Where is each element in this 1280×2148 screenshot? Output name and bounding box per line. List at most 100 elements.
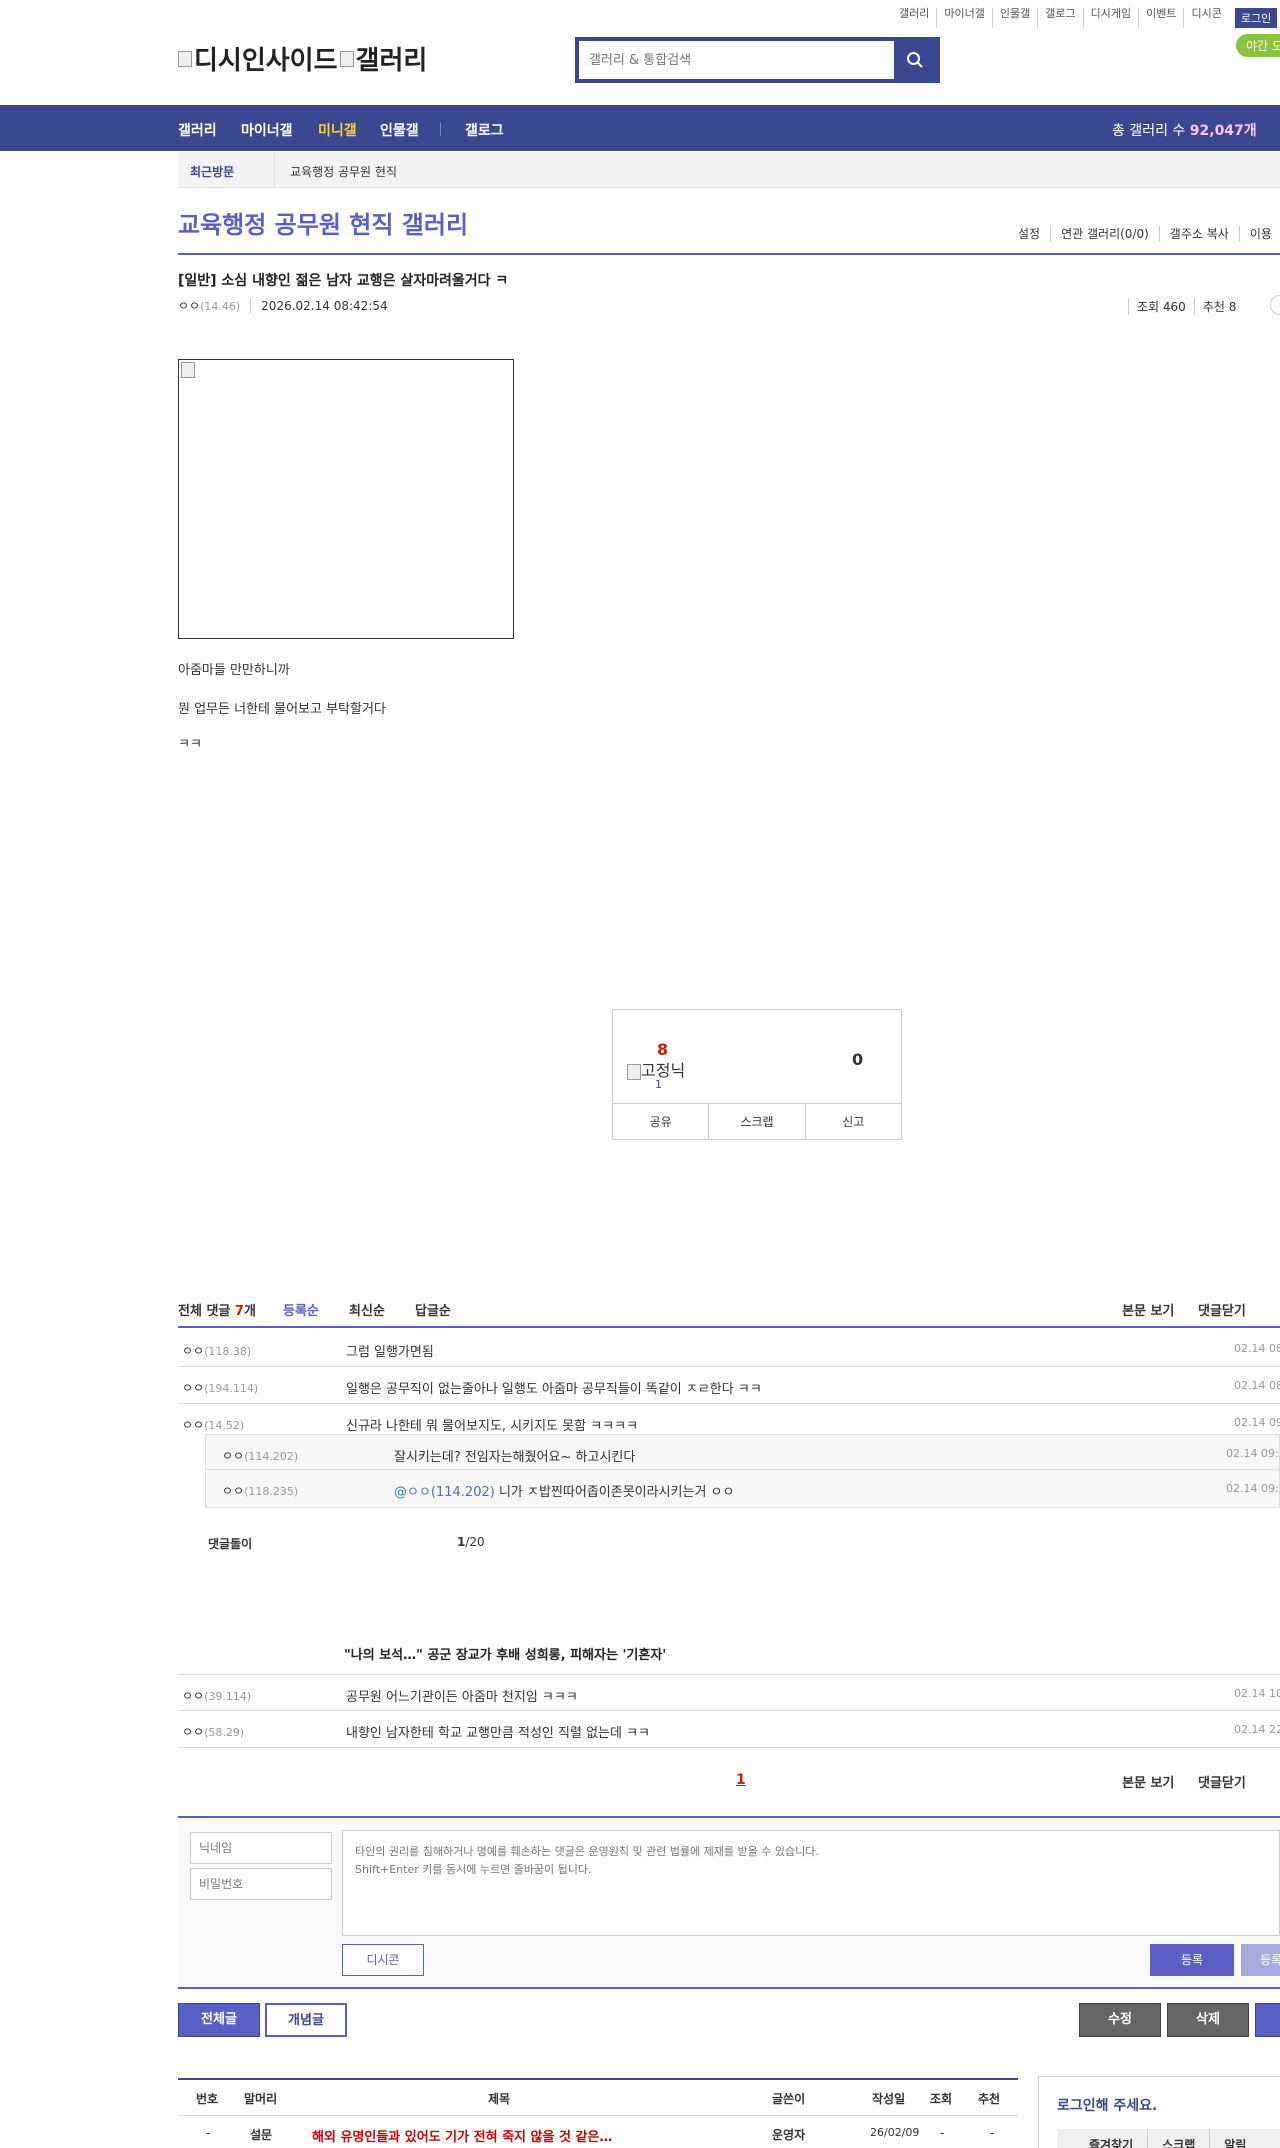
top-utility-links: 갤러리 마이너갤 인물갤 갤로그 디시게임 이벤트 디시콘 로그인 [892, 8, 1278, 28]
edit-button[interactable]: 수정 [1079, 2003, 1161, 2037]
util-link-event[interactable]: 이벤트 [1138, 8, 1183, 28]
table-header: 번호 말머리 제목 글쓴이 작성일 조회 추천 [178, 2080, 1018, 2116]
delete-button[interactable]: 삭제 [1167, 2003, 1249, 2037]
header-number: 번호 [196, 2092, 219, 2106]
close-comments-link[interactable]: 댓글닫기 [1198, 1772, 1246, 1791]
submit-with-recommend-button[interactable]: 등록 [1241, 1944, 1280, 1976]
post-title: [일반] 소심 내향인 젊은 남자 교행은 살자마려울거다 ㅋ [178, 273, 509, 289]
related-gallery-link[interactable]: 연관 갤러리(0/0) [1050, 225, 1159, 242]
header-writer: 글쓴이 [772, 2092, 806, 2106]
row-title[interactable]: 해외 유명인들과 있어도 기가 전혀 죽지 않을 것 같은… [312, 2126, 612, 2145]
comment-nick[interactable]: ㅇㅇ(39.114) [182, 1687, 251, 1704]
tab-favorites[interactable]: 즐겨찾기 [1057, 2129, 1147, 2148]
comment-jump-icon[interactable] [1270, 295, 1280, 315]
comment-textarea[interactable] [342, 1830, 1280, 1936]
post-image[interactable] [178, 359, 514, 639]
search-box [575, 37, 940, 83]
util-link-game[interactable]: 디시게임 [1082, 8, 1138, 28]
search-button[interactable] [894, 41, 936, 79]
reply-nick[interactable]: ㅇㅇ(114.202) [222, 1447, 298, 1464]
reply-text: @ㅇㅇ(114.202) 니가 ㅈ밥찐따어좁이존못이라시키는거 ㅇㅇ [394, 1481, 734, 1500]
comment-nick[interactable]: ㅇㅇ(14.52) [182, 1416, 244, 1433]
total-label: 총 갤러리 수 [1112, 123, 1190, 139]
row-writer[interactable]: 운영자 [772, 2126, 805, 2143]
post-date: 2026.02.14 08:42:54 [250, 299, 388, 313]
tab-alerts[interactable]: 알림 [1209, 2129, 1260, 2148]
comment-footer: 1 본문 보기 댓글닫기 [178, 1764, 1280, 1818]
reply-mention[interactable]: @ㅇㅇ(114.202) [394, 1485, 495, 1500]
tab-scrap[interactable]: 스크랩 [1147, 2129, 1209, 2148]
site-logo[interactable]: 디시인사이드 갤러리 [178, 40, 427, 77]
divider [178, 1987, 1280, 1989]
nick-ip: (39.114) [204, 1690, 252, 1703]
view-body-link[interactable]: 본문 보기 [1122, 1300, 1174, 1319]
post-body-line: 뭔 업무든 너한테 물어보고 부탁할거다 [178, 702, 386, 717]
write-post-button[interactable] [1255, 2003, 1280, 2037]
scrap-button[interactable]: 스크랩 [708, 1104, 804, 1139]
header-category: 말머리 [244, 2092, 278, 2106]
nav-item-gallery[interactable]: 갤러리 [178, 120, 217, 140]
login-prompt[interactable]: 로그인해 주세요. [1057, 2095, 1157, 2115]
comment-date: 02.14 08 [1234, 1379, 1280, 1392]
sort-by-reply[interactable]: 답글순 [415, 1300, 451, 1319]
util-link-minor[interactable]: 마이너갤 [936, 8, 991, 28]
sort-by-latest[interactable]: 최신순 [349, 1300, 385, 1319]
reply-nick[interactable]: ㅇㅇ(118.235) [222, 1482, 298, 1499]
logo-text-dcinside: 디시인사이드 [194, 46, 338, 76]
comment-nick[interactable]: ㅇㅇ(58.29) [182, 1723, 244, 1740]
table-row[interactable]: - 설문 해외 유명인들과 있어도 기가 전혀 죽지 않을 것 같은… 운영자 … [178, 2116, 1018, 2148]
recent-item[interactable]: 교육행정 공무원 현직 [290, 163, 397, 180]
reply-text: 잘시키는데? 전임자는해줬어요~ 하고시킨다 [394, 1450, 636, 1465]
recent-visit-bar: 최근방문 교육행정 공무원 현직 [178, 152, 1280, 188]
comment-text: 내향인 남자한테 학교 교행만큼 적성인 직렬 없는데 ㅋㅋ [346, 1726, 651, 1741]
util-link-gallery[interactable]: 갤러리 [892, 8, 936, 28]
comment-nick[interactable]: ㅇㅇ(194.114) [182, 1379, 258, 1396]
view-body-link[interactable]: 본문 보기 [1122, 1772, 1174, 1791]
share-button[interactable]: 공유 [613, 1104, 708, 1139]
nav-item-minor[interactable]: 마이너갤 [241, 120, 293, 140]
ad-news-link[interactable]: "나의 보석…" 공군 장교가 후배 성희롱, 피해자는 '기혼자' [344, 1644, 666, 1663]
password-input[interactable] [190, 1868, 332, 1900]
usage-link[interactable]: 이용 [1238, 225, 1280, 242]
copy-address-link[interactable]: 갤주소 복사 [1158, 225, 1239, 242]
post-body-line: ㅋㅋ [178, 737, 202, 752]
post-author[interactable]: ㅇㅇ [178, 299, 200, 313]
comment-nick[interactable]: ㅇㅇ(118.38) [182, 1342, 251, 1359]
recommend-down-count[interactable]: 0 [852, 1050, 863, 1069]
util-link-dccon[interactable]: 디시콘 [1183, 8, 1228, 28]
gallery-setting-link[interactable]: 설정 [1008, 225, 1050, 242]
login-button[interactable]: 로그인 [1234, 8, 1278, 28]
comment-row: ㅇㅇ(194.114) 일행은 공무직이 없는줄아나 일행도 아줌마 공무직들이… [178, 1367, 1280, 1404]
row-views: - [940, 2126, 945, 2140]
submit-comment-button[interactable]: 등록 [1150, 1944, 1234, 1976]
nav-item-mini[interactable]: 미니갤 [318, 120, 357, 140]
gallery-title[interactable]: 교육행정 공무원 현직 갤러리 [178, 205, 468, 240]
sort-by-register[interactable]: 등록순 [283, 1300, 319, 1319]
util-link-gallog[interactable]: 갤로그 [1037, 8, 1082, 28]
nav-item-gallog[interactable]: 갤로그 [465, 120, 504, 140]
row-number: - [206, 2126, 211, 2140]
util-link-person[interactable]: 인물갤 [991, 8, 1037, 28]
comment-row: ㅇㅇ(14.52) 신규라 나한테 뭐 물어보지도, 시키지도 못함 ㅋㅋㅋㅋ … [178, 1404, 1280, 1434]
dccon-button[interactable]: 디시콘 [342, 1944, 424, 1976]
comment-text: 공무원 어느기관이든 아줌마 천지임 ㅋㅋㅋ [346, 1690, 578, 1705]
nav-item-person[interactable]: 인물갤 [380, 120, 419, 140]
nick-text: ㅇㅇ [222, 1449, 245, 1463]
nick-ip: (118.38) [204, 1345, 252, 1358]
divider [274, 152, 275, 188]
all-posts-button[interactable]: 전체글 [178, 2003, 260, 2037]
post-views: 조회 460 [1128, 298, 1194, 315]
nick-text: ㅇㅇ [182, 1725, 205, 1739]
search-icon [907, 52, 923, 68]
close-comments-link[interactable]: 댓글닫기 [1198, 1300, 1246, 1319]
header-title: 제목 [488, 2092, 511, 2106]
broken-image-icon [339, 50, 354, 67]
comment-page-current[interactable]: 1 [736, 1772, 746, 1788]
nickname-input[interactable] [190, 1832, 332, 1864]
search-input[interactable] [579, 41, 889, 79]
recommend-box: 8 고정닉 1 0 공유 스크랩 신고 [612, 1009, 902, 1140]
concept-posts-button[interactable]: 개념글 [265, 2003, 347, 2037]
report-button[interactable]: 신고 [804, 1104, 901, 1139]
night-mode-toggle[interactable]: 야간 모 [1236, 34, 1280, 57]
row-date: 26/02/09 [870, 2126, 920, 2139]
